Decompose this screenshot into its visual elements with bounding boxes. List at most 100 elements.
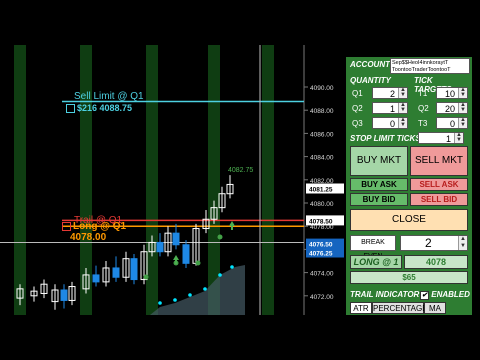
- tick-target-value: 10: [444, 89, 455, 99]
- sell-ask-button[interactable]: SELL ASK: [410, 178, 468, 191]
- quantity-value: 1: [389, 104, 395, 114]
- break-even-button[interactable]: BREAK EVEN: [350, 235, 396, 260]
- candle-body: [92, 274, 100, 283]
- close-position-button[interactable]: CLOSE: [350, 209, 468, 231]
- quantity-row-label: Q1: [352, 89, 363, 98]
- break-even-stepper-icon[interactable]: ▲ ▼: [458, 236, 467, 250]
- long-price: 4078.00: [70, 232, 107, 243]
- quantity-value: 2: [389, 89, 395, 99]
- price-tick-label: 4074.00: [310, 271, 334, 278]
- quantity-input[interactable]: 2 ▲ ▼: [372, 87, 408, 99]
- account-label: ACCOUNT: [350, 60, 390, 69]
- trail-indicator-label: TRAIL INDICATOR: [350, 290, 420, 299]
- indicator-area: [150, 265, 245, 315]
- signal-marker: [195, 260, 201, 266]
- price-tick-label: 4086.00: [310, 131, 334, 138]
- candle-body: [112, 267, 120, 278]
- tick-target-input[interactable]: 10 ▲ ▼: [436, 87, 468, 99]
- long-position-tag[interactable]: Long @ Q1: [62, 221, 126, 232]
- account-selector[interactable]: Sep$$HeoI4innkoraytT ToontooTraderToonto…: [390, 58, 470, 74]
- candle-body: [182, 244, 190, 264]
- target-row-label: T3: [418, 119, 428, 128]
- high-price-label: 4082.75: [228, 167, 254, 174]
- stepper-arrows-icon[interactable]: ▲ ▼: [458, 87, 467, 98]
- buy-ask-button[interactable]: BUY ASK: [350, 178, 408, 191]
- stepper-arrows-icon[interactable]: ▲ ▼: [458, 102, 467, 113]
- trail-enabled-checkbox[interactable]: ✔ ENABLED: [420, 290, 470, 300]
- stepper-arrows-icon[interactable]: ▲ ▼: [398, 87, 407, 98]
- position-status: LONG @ 1: [350, 255, 402, 269]
- trail-method-tabs: ATR PERCENTAGE MA: [350, 302, 470, 315]
- sell-limit-order-tag[interactable]: $216 4088.75: [66, 103, 133, 114]
- target-row-label: T1: [418, 89, 428, 98]
- candle-body: [172, 232, 180, 246]
- buy-market-button[interactable]: BUY MKT: [350, 146, 408, 176]
- price-tick-label: 4088.00: [310, 108, 334, 115]
- sell-market-button[interactable]: SELL MKT: [410, 146, 468, 176]
- price-tag-label: 4076.25: [309, 251, 333, 258]
- tick-target-input[interactable]: 20 ▲ ▼: [436, 102, 468, 114]
- stop-limit-ticks-input[interactable]: 1 ▲ ▼: [418, 132, 464, 144]
- indicator-dot: [230, 265, 234, 269]
- indicator-dot: [188, 293, 192, 297]
- quantity-target-grid: Q1 2 ▲ ▼ T1 10 ▲ ▼ Q2 1 ▲ ▼ Q2 20 ▲ ▼ Q3 0 ▲ ▼ T3 0 ▲ ▼: [346, 87, 472, 133]
- break-even-input[interactable]: 2 ▲ ▼: [400, 235, 468, 251]
- quantity-row-label: Q2: [352, 104, 363, 113]
- quantity-input[interactable]: 0 ▲ ▼: [372, 117, 408, 129]
- position-price: 4078: [404, 255, 468, 269]
- quantity-input[interactable]: 1 ▲ ▼: [372, 102, 408, 114]
- tab-atr[interactable]: ATR: [350, 302, 372, 314]
- target-row-label: Q2: [418, 104, 429, 113]
- signal-marker: [143, 274, 149, 280]
- stepper-arrows-icon[interactable]: ▲ ▼: [454, 132, 463, 143]
- session-band: [262, 45, 274, 315]
- indicator-dot: [158, 301, 162, 305]
- price-tag-label: 4078.50: [309, 218, 333, 225]
- stepper-arrows-icon[interactable]: ▲ ▼: [398, 117, 407, 128]
- indicator-dot: [218, 273, 222, 277]
- long-label: Long @ Q1: [73, 221, 127, 232]
- tab-ma[interactable]: MA: [424, 302, 446, 314]
- session-band: [146, 45, 158, 315]
- order-handle-icon[interactable]: [66, 104, 75, 114]
- candle-body: [60, 289, 68, 301]
- tab-percentage[interactable]: PERCENTAGE: [372, 302, 428, 314]
- position-handle-icon[interactable]: [62, 221, 71, 231]
- tick-target-value: 20: [444, 104, 455, 114]
- stepper-arrows-icon[interactable]: ▲ ▼: [458, 117, 467, 128]
- signal-marker: [217, 234, 223, 240]
- quantity-value: 0: [389, 119, 395, 129]
- stop-limit-ticks-value: 1: [445, 134, 451, 144]
- candle-body: [156, 241, 164, 253]
- price-tick-label: 4072.00: [310, 294, 334, 301]
- indicator-dot: [203, 287, 207, 291]
- quantity-header: QUANTITY: [350, 76, 391, 85]
- session-band: [208, 45, 220, 315]
- sell-bid-button[interactable]: SELL BID: [410, 193, 468, 206]
- order-entry-panel: ACCOUNT Sep$$HeoI4innkoraytT ToontooTrad…: [346, 57, 472, 315]
- tick-target-value: 0: [449, 119, 455, 129]
- indicator-dot: [173, 298, 177, 302]
- stop-limit-ticks-label: STOP LIMIT TICKS: [350, 134, 421, 143]
- bottom-letterbox: [0, 315, 480, 360]
- price-tag-label: 4081.25: [309, 187, 333, 194]
- price-tick-label: 4080.00: [310, 201, 334, 208]
- price-chart[interactable]: 4090.00 4088.00 4086.00 4084.00 4082.00 4080.…: [0, 45, 346, 315]
- unrealized-pnl: $65: [350, 271, 468, 284]
- sell-limit-value: $216 4088.75: [77, 103, 133, 113]
- buy-bid-button[interactable]: BUY BID: [350, 193, 408, 206]
- quantity-row-label: Q3: [352, 119, 363, 128]
- chart-canvas[interactable]: 4090.004088.004086.004084.004082.004080.…: [0, 45, 346, 315]
- price-tick-label: 4090.00: [310, 85, 334, 92]
- buy-signal-arrow-icon: [229, 221, 235, 230]
- tick-target-input[interactable]: 0 ▲ ▼: [436, 117, 468, 129]
- session-band: [14, 45, 26, 315]
- top-letterbox: [0, 0, 480, 45]
- checkbox-checked-icon[interactable]: ✔: [420, 291, 429, 300]
- price-tick-label: 4084.00: [310, 155, 334, 162]
- candle-body: [130, 258, 138, 281]
- break-even-value: 2: [425, 236, 432, 250]
- enabled-label: ENABLED: [431, 290, 470, 299]
- sell-limit-label: Sell Limit @ Q1: [74, 91, 144, 102]
- stepper-arrows-icon[interactable]: ▲ ▼: [398, 102, 407, 113]
